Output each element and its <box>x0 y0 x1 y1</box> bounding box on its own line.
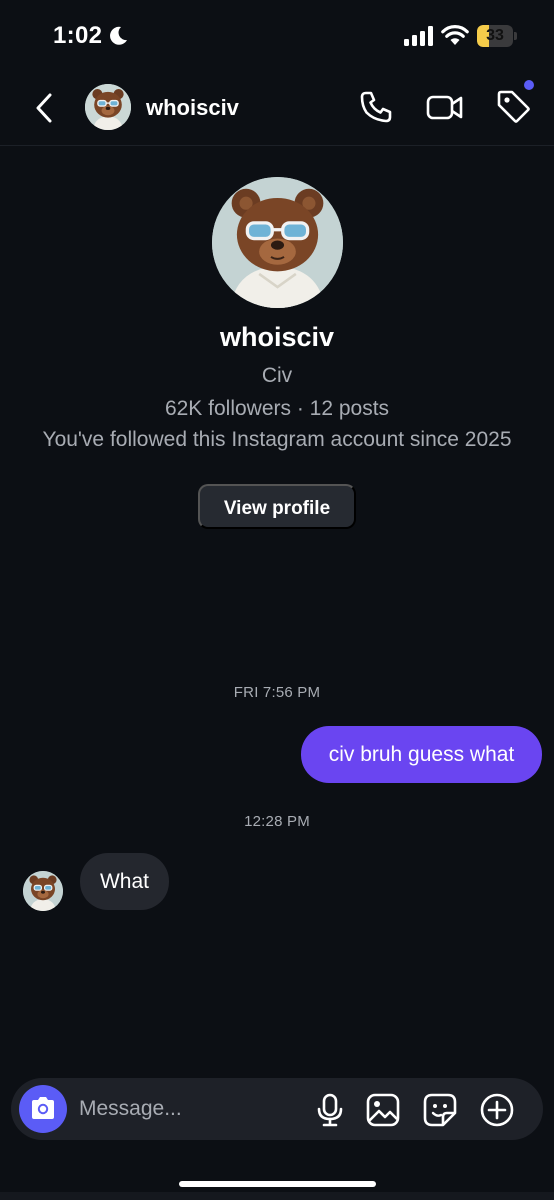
video-camera-icon[interactable] <box>425 89 465 125</box>
header-avatar[interactable] <box>85 84 131 130</box>
back-button[interactable] <box>30 90 62 126</box>
tag-icon[interactable] <box>494 87 532 125</box>
sender-avatar[interactable] <box>23 871 63 911</box>
home-indicator <box>179 1181 376 1187</box>
bear-avatar-image <box>212 177 343 308</box>
chat-header: whoisciv <box>0 72 554 146</box>
follow-since-note: You've followed this Instagram account s… <box>42 428 512 451</box>
message-input[interactable] <box>79 1092 289 1126</box>
message-composer <box>11 1078 543 1140</box>
outgoing-message[interactable]: civ bruh guess what <box>301 726 542 783</box>
microphone-icon[interactable] <box>313 1092 347 1128</box>
camera-icon <box>32 1097 54 1119</box>
phone-icon[interactable] <box>358 89 394 125</box>
sticker-icon[interactable] <box>422 1092 458 1128</box>
incoming-message[interactable]: What <box>80 853 169 910</box>
wifi-icon <box>441 25 469 45</box>
signal-icon <box>404 26 433 46</box>
bear-avatar-image <box>85 84 131 130</box>
battery-level: 33 <box>486 27 504 44</box>
notification-dot <box>524 80 534 90</box>
battery-icon: 33 <box>477 25 517 47</box>
plus-circle-icon[interactable] <box>479 1092 515 1128</box>
moon-icon <box>110 26 127 45</box>
profile-avatar[interactable] <box>212 177 343 308</box>
camera-button[interactable] <box>19 1085 67 1133</box>
view-profile-button[interactable]: View profile <box>198 484 356 529</box>
profile-full-name: Civ <box>261 364 293 387</box>
status-time: 1:02 <box>53 22 103 49</box>
status-bar: 1:02 33 <box>0 0 554 72</box>
bottom-strip <box>0 1192 554 1200</box>
profile-username: whoisciv <box>219 322 335 352</box>
message-timestamp: FRI 7:56 PM <box>233 684 321 701</box>
message-timestamp: 12:28 PM <box>244 813 310 830</box>
header-username[interactable]: whoisciv <box>146 95 239 121</box>
profile-stats: 62K followers · 12 posts <box>164 397 390 420</box>
bear-avatar-image <box>23 871 63 911</box>
image-icon[interactable] <box>365 1092 401 1128</box>
